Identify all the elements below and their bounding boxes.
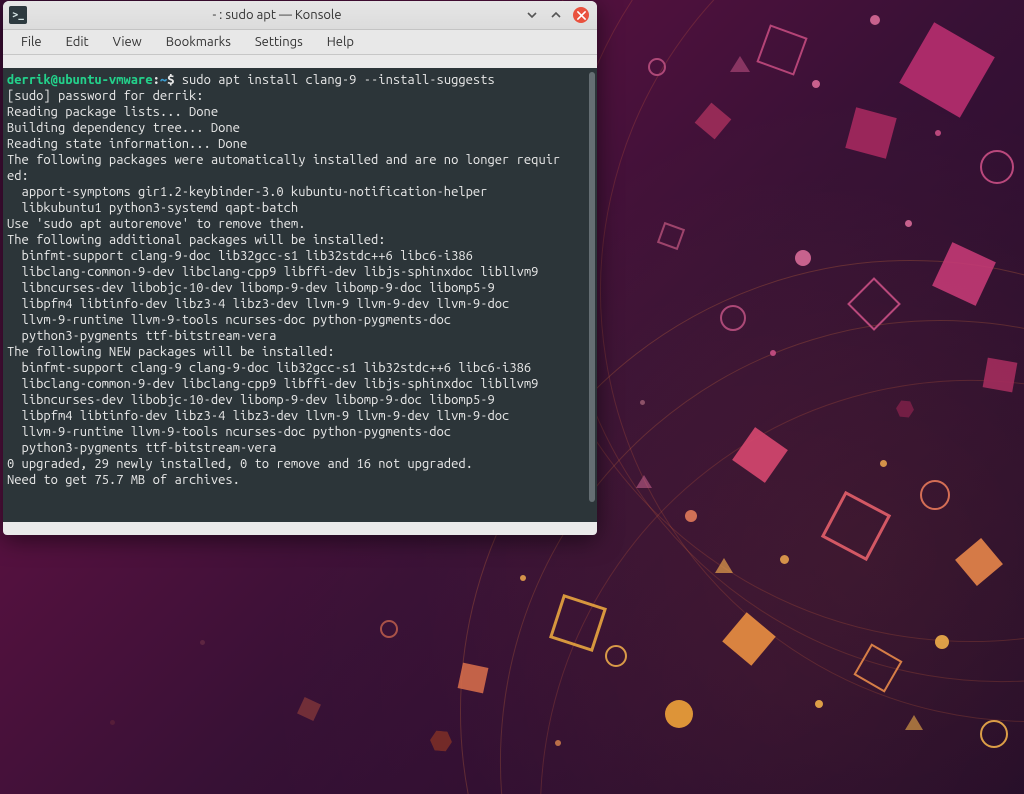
chevron-down-icon <box>526 9 538 21</box>
menu-settings[interactable]: Settings <box>243 32 315 52</box>
terminal-line: binfmt-support clang-9 clang-9-doc lib32… <box>7 360 589 376</box>
terminal-scrollbar[interactable] <box>589 72 595 502</box>
terminal-line: libclang-common-9-dev libclang-cpp9 libf… <box>7 376 589 392</box>
terminal-line: libpfm4 libtinfo-dev libz3-4 libz3-dev l… <box>7 408 589 424</box>
terminal-line: libncurses-dev libobjc-10-dev libomp-9-d… <box>7 280 589 296</box>
command-text: sudo apt install clang-9 --install-sugge… <box>174 73 494 87</box>
terminal-line: Building dependency tree... Done <box>7 120 589 136</box>
terminal-line: Need to get 75.7 MB of archives. <box>7 472 589 488</box>
terminal-line: python3-pygments ttf-bitstream-vera <box>7 328 589 344</box>
menu-file[interactable]: File <box>9 32 54 52</box>
window-titlebar[interactable]: >_ - : sudo apt — Konsole <box>3 1 597 30</box>
maximize-button[interactable] <box>549 8 563 22</box>
terminal-line: llvm-9-runtime llvm-9-tools ncurses-doc … <box>7 312 589 328</box>
konsole-window: >_ - : sudo apt — Konsole File Edit View… <box>3 1 597 535</box>
terminal-line: The following packages were automaticall… <box>7 152 589 168</box>
chevron-up-icon <box>550 9 562 21</box>
terminal-line: libpfm4 libtinfo-dev libz3-4 libz3-dev l… <box>7 296 589 312</box>
terminal-line: The following additional packages will b… <box>7 232 589 248</box>
terminal-line: llvm-9-runtime llvm-9-tools ncurses-doc … <box>7 424 589 440</box>
window-title: - : sudo apt — Konsole <box>33 8 525 22</box>
terminal-line: ed: <box>7 168 589 184</box>
terminal-line: binfmt-support clang-9-doc lib32gcc-s1 l… <box>7 248 589 264</box>
minimize-button[interactable] <box>525 8 539 22</box>
terminal-line: Use 'sudo apt autoremove' to remove them… <box>7 216 589 232</box>
terminal-line: Reading state information... Done <box>7 136 589 152</box>
terminal-line: [sudo] password for derrik: <box>7 88 589 104</box>
menu-bookmarks[interactable]: Bookmarks <box>154 32 243 52</box>
terminal-line: apport-symptoms gir1.2-keybinder-3.0 kub… <box>7 184 589 200</box>
menu-help[interactable]: Help <box>315 32 366 52</box>
konsole-app-icon: >_ <box>9 6 27 24</box>
terminal-area: derrik@ubuntu-vmware:~$ sudo apt install… <box>3 68 597 522</box>
terminal-output[interactable]: derrik@ubuntu-vmware:~$ sudo apt install… <box>3 68 597 522</box>
terminal-line: python3-pygments ttf-bitstream-vera <box>7 440 589 456</box>
terminal-line: libclang-common-9-dev libclang-cpp9 libf… <box>7 264 589 280</box>
close-icon <box>577 11 586 20</box>
close-button[interactable] <box>573 7 589 23</box>
terminal-line: libncurses-dev libobjc-10-dev libomp-9-d… <box>7 392 589 408</box>
menu-edit[interactable]: Edit <box>54 32 101 52</box>
prompt-sep: : <box>153 73 160 87</box>
window-controls <box>525 7 597 23</box>
prompt-user-host: derrik@ubuntu-vmware <box>7 73 153 87</box>
terminal-line: Reading package lists... Done <box>7 104 589 120</box>
terminal-line: 0 upgraded, 29 newly installed, 0 to rem… <box>7 456 589 472</box>
menu-view[interactable]: View <box>101 32 154 52</box>
menubar: File Edit View Bookmarks Settings Help <box>3 30 597 55</box>
terminal-line: The following NEW packages will be insta… <box>7 344 589 360</box>
terminal-line: libkubuntu1 python3-systemd qapt-batch <box>7 200 589 216</box>
terminal-glyph-icon: >_ <box>12 9 24 21</box>
